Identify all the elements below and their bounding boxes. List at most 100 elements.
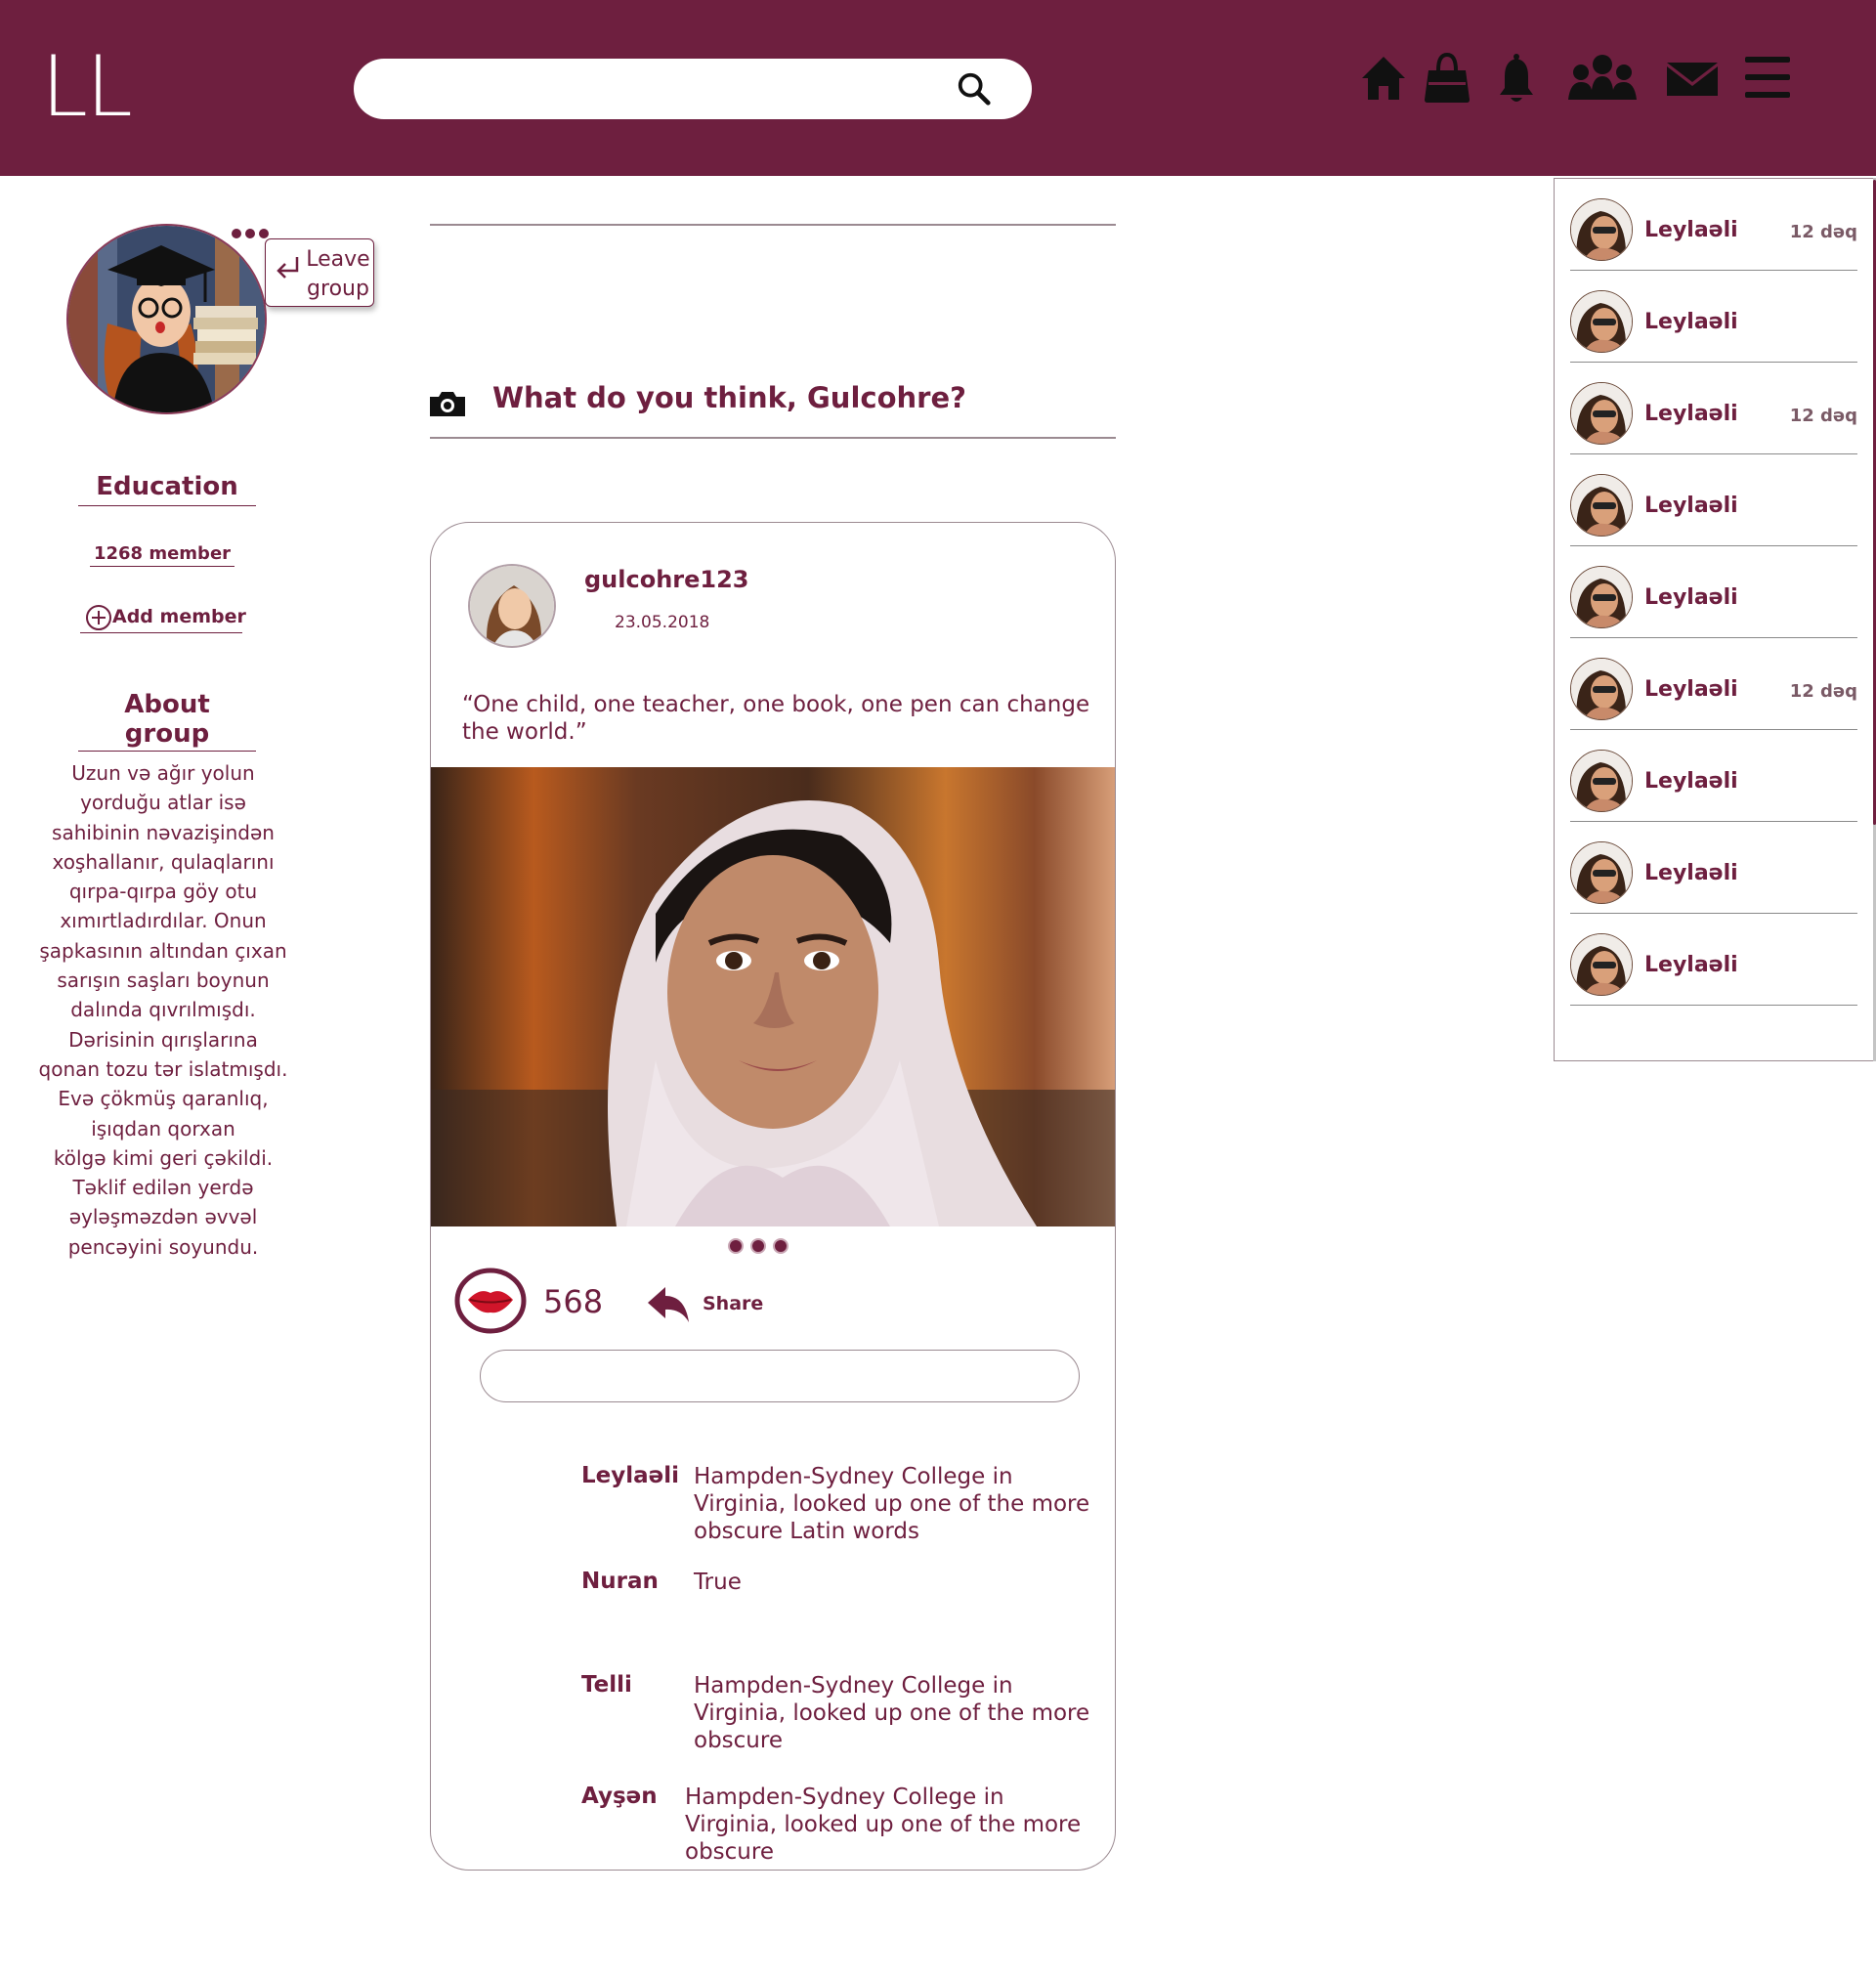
bell-icon[interactable] bbox=[1497, 51, 1536, 106]
friend-item[interactable]: Leylaəli bbox=[1570, 454, 1857, 546]
group-avatar[interactable] bbox=[66, 224, 267, 414]
composer-divider-top bbox=[430, 224, 1116, 226]
friend-name: Leylaəli bbox=[1644, 769, 1738, 794]
friend-item[interactable]: Leylaəli bbox=[1570, 914, 1857, 1006]
camera-icon[interactable] bbox=[428, 389, 467, 418]
home-icon[interactable] bbox=[1360, 51, 1407, 106]
friend-name: Leylaəli bbox=[1644, 218, 1738, 242]
kiss-like-icon[interactable] bbox=[454, 1268, 527, 1334]
about-line: qonan tozu tər islatmışdı. bbox=[38, 1056, 288, 1081]
leave-group-label: Leave group bbox=[306, 247, 370, 301]
friend-item[interactable]: Leylaəli 12 dəq bbox=[1570, 363, 1857, 454]
about-line: Uzun və ağır yolun bbox=[71, 761, 255, 785]
shopping-bag-icon[interactable] bbox=[1423, 51, 1471, 106]
friends-icon[interactable] bbox=[1566, 51, 1639, 106]
friend-name: Leylaəli bbox=[1644, 310, 1738, 334]
about-line: əyləşməzdən əvvəl bbox=[68, 1205, 258, 1229]
top-bar: LL bbox=[0, 0, 1876, 176]
friend-item[interactable]: Leylaəli 12 dəq bbox=[1570, 638, 1857, 730]
about-group-text: Uzun və ağır yolun yorduğu atlar isə sah… bbox=[31, 758, 295, 1262]
post-photo bbox=[431, 767, 1115, 1226]
plus-circle-icon bbox=[86, 605, 111, 630]
comment-text: True bbox=[694, 1570, 742, 1595]
return-arrow-icon bbox=[277, 257, 299, 279]
comment-author[interactable]: Nuran bbox=[581, 1569, 659, 1594]
friend-item[interactable]: Leylaəli bbox=[1570, 822, 1857, 914]
mail-icon[interactable] bbox=[1665, 51, 1720, 106]
friend-avatar bbox=[1570, 290, 1633, 353]
about-line: şapkasının altından çıxan bbox=[39, 938, 287, 963]
friend-item[interactable]: Leylaəli bbox=[1570, 730, 1857, 822]
like-count: 568 bbox=[543, 1283, 604, 1320]
friend-avatar bbox=[1570, 382, 1633, 445]
composer-divider-bottom bbox=[430, 437, 1116, 439]
post-author-avatar[interactable] bbox=[468, 564, 556, 648]
comment-text: Hampden-Sydney College in Virginia, look… bbox=[694, 1673, 1090, 1753]
friend-avatar bbox=[1570, 841, 1633, 904]
group-options-icon[interactable] bbox=[231, 227, 270, 240]
friend-item[interactable]: Leylaəli bbox=[1570, 546, 1857, 638]
friend-avatar bbox=[1570, 474, 1633, 537]
friend-avatar-image bbox=[1571, 383, 1632, 444]
friend-avatar bbox=[1570, 566, 1633, 628]
group-avatar-image bbox=[68, 226, 265, 412]
comment-text: Hampden-Sydney College in Virginia, look… bbox=[694, 1464, 1090, 1544]
carousel-dots[interactable] bbox=[724, 1236, 792, 1256]
friend-avatar-image bbox=[1571, 199, 1632, 260]
friend-avatar bbox=[1570, 198, 1633, 261]
post-username[interactable]: gulcohre123 bbox=[584, 566, 749, 593]
group-name[interactable]: Education bbox=[78, 472, 256, 506]
about-line: yorduğu atlar isə bbox=[80, 791, 246, 815]
about-line: xoşhallanır, qulaqlarını bbox=[52, 849, 275, 874]
search-input[interactable] bbox=[377, 68, 944, 109]
comment-author[interactable]: Ayşən bbox=[581, 1784, 658, 1809]
friend-time: 12 dəq bbox=[1789, 681, 1857, 702]
friend-item[interactable]: Leylaəli bbox=[1570, 271, 1857, 363]
add-member-button[interactable]: Add member bbox=[80, 604, 246, 633]
comment-author[interactable]: Telli bbox=[581, 1672, 632, 1698]
friend-avatar-image bbox=[1571, 934, 1632, 995]
about-line: dalında qıvrılmışdı. bbox=[70, 998, 256, 1022]
about-group-title: About group bbox=[78, 690, 256, 752]
friend-avatar bbox=[1570, 750, 1633, 812]
friend-avatar-image bbox=[1571, 751, 1632, 811]
friends-panel[interactable]: Leylaəli 12 dəq Leylaəli Leylaəli 12 dəq… bbox=[1554, 178, 1876, 1061]
friend-name: Leylaəli bbox=[1644, 585, 1738, 610]
about-line: qırpa-qırpa göy otu bbox=[68, 880, 258, 904]
friend-avatar bbox=[1570, 933, 1633, 996]
about-line: xımırtladırdılar. Onun bbox=[60, 909, 267, 933]
comment-text: Hampden-Sydney College in Virginia, look… bbox=[685, 1785, 1082, 1865]
post-quote: “One child, one teacher, one book, one p… bbox=[462, 692, 1090, 745]
friend-name: Leylaəli bbox=[1644, 953, 1738, 977]
comment-input[interactable] bbox=[480, 1350, 1080, 1402]
composer-prompt[interactable]: What do you think, Gulcohre? bbox=[492, 381, 966, 414]
friend-name: Leylaəli bbox=[1644, 861, 1738, 885]
friend-avatar-image bbox=[1571, 659, 1632, 719]
friend-time: 12 dəq bbox=[1789, 406, 1857, 426]
friend-name: Leylaəli bbox=[1644, 677, 1738, 702]
about-line: işıqdan qorxan bbox=[91, 1116, 235, 1140]
menu-icon[interactable] bbox=[1743, 51, 1792, 106]
post-author-avatar-image bbox=[470, 566, 554, 646]
about-line: pencəyini soyundu. bbox=[67, 1234, 259, 1259]
share-label: Share bbox=[703, 1293, 764, 1314]
about-line: sarışın saşları boynun bbox=[57, 968, 270, 993]
search-icon[interactable] bbox=[956, 70, 993, 108]
friend-name: Leylaəli bbox=[1644, 402, 1738, 426]
share-button[interactable]: Share bbox=[646, 1283, 763, 1326]
search-bar[interactable] bbox=[354, 59, 1032, 119]
logo[interactable]: LL bbox=[41, 45, 133, 129]
add-member-label: Add member bbox=[112, 606, 246, 627]
leave-group-button[interactable]: Leave group bbox=[265, 238, 374, 307]
friend-avatar-image bbox=[1571, 567, 1632, 627]
friend-item[interactable]: Leylaəli 12 dəq bbox=[1570, 179, 1857, 271]
member-count[interactable]: 1268 member bbox=[90, 543, 234, 567]
friend-avatar-image bbox=[1571, 842, 1632, 903]
post-image[interactable] bbox=[431, 767, 1115, 1226]
comment-author[interactable]: Leylaəli bbox=[581, 1463, 679, 1488]
share-arrow-icon bbox=[648, 1287, 689, 1322]
about-line: sahibinin nəvazişindən bbox=[52, 820, 275, 844]
post-card: gulcohre123 23.05.2018 “One child, one t… bbox=[430, 522, 1116, 1871]
about-line: Evə çökmüş qaranlıq, bbox=[58, 1087, 269, 1111]
about-line: Təklif edilən yerdə bbox=[72, 1176, 254, 1200]
